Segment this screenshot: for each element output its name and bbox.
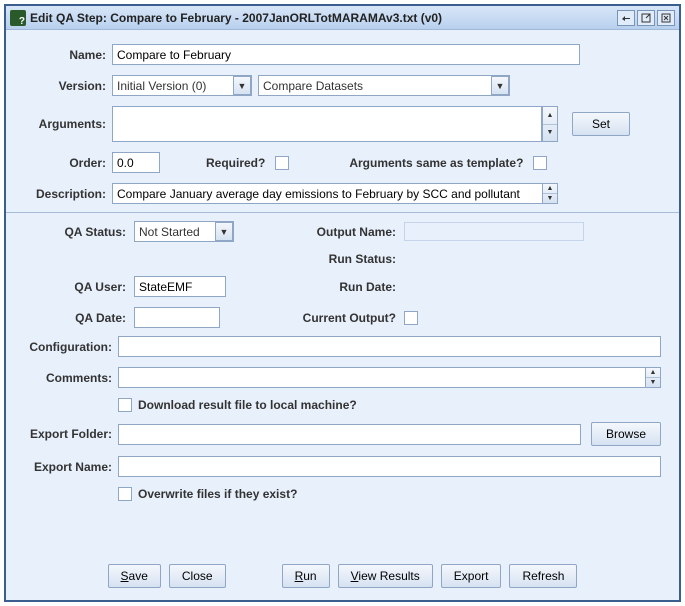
close-icon[interactable]	[657, 10, 675, 26]
version-combo[interactable]: Initial Version (0) ▼	[112, 75, 252, 96]
qa-user-input[interactable]	[134, 276, 226, 297]
configuration-input[interactable]	[118, 336, 661, 357]
separator	[6, 212, 679, 213]
content-pane: Name: Version: Initial Version (0) ▼ Com…	[6, 30, 679, 600]
chevron-down-icon[interactable]: ▼	[491, 76, 509, 95]
export-name-label: Export Name:	[24, 460, 118, 474]
run-status-label: Run Status:	[254, 252, 404, 266]
required-checkbox[interactable]	[275, 156, 289, 170]
qa-status-label: QA Status:	[24, 225, 134, 239]
output-name-label: Output Name:	[254, 225, 404, 239]
comments-spinner[interactable]: ▲▼	[645, 367, 661, 388]
arguments-label: Arguments:	[24, 117, 112, 131]
browse-button[interactable]: Browse	[591, 422, 661, 446]
maximize-icon[interactable]	[637, 10, 655, 26]
configuration-label: Configuration:	[24, 340, 118, 354]
current-output-checkbox[interactable]	[404, 311, 418, 325]
comments-input[interactable]	[118, 367, 645, 388]
qa-status-text: Not Started	[135, 225, 215, 239]
button-bar: Save Close Run View Results Export Refre…	[24, 556, 661, 592]
arguments-spinner[interactable]: ▲▼	[542, 106, 558, 142]
save-button[interactable]: Save	[108, 564, 161, 588]
name-label: Name:	[24, 48, 112, 62]
refresh-button[interactable]: Refresh	[509, 564, 577, 588]
qa-user-label: QA User:	[24, 280, 134, 294]
run-date-label: Run Date:	[254, 280, 404, 294]
description-input[interactable]	[112, 183, 542, 204]
export-name-input[interactable]	[118, 456, 661, 477]
qa-date-input[interactable]	[134, 307, 220, 328]
minimize-icon[interactable]	[617, 10, 635, 26]
export-button[interactable]: Export	[441, 564, 502, 588]
overwrite-label: Overwrite files if they exist?	[138, 487, 297, 501]
view-results-button[interactable]: View Results	[338, 564, 433, 588]
required-label: Required?	[206, 156, 265, 170]
program-combo[interactable]: Compare Datasets ▼	[258, 75, 510, 96]
titlebar: Edit QA Step: Compare to February - 2007…	[6, 6, 679, 30]
export-folder-label: Export Folder:	[24, 427, 118, 441]
version-combo-text: Initial Version (0)	[113, 79, 233, 93]
export-folder-input[interactable]	[118, 424, 581, 445]
window-controls	[617, 10, 675, 26]
current-output-label: Current Output?	[254, 311, 404, 325]
comments-label: Comments:	[24, 371, 118, 385]
overwrite-checkbox[interactable]	[118, 487, 132, 501]
args-same-checkbox[interactable]	[533, 156, 547, 170]
qa-status-combo[interactable]: Not Started ▼	[134, 221, 234, 242]
run-button[interactable]: Run	[282, 564, 330, 588]
edit-qa-step-window: Edit QA Step: Compare to February - 2007…	[4, 4, 681, 602]
program-combo-text: Compare Datasets	[259, 79, 491, 93]
output-name-field	[404, 222, 584, 241]
description-spinner[interactable]: ▲▼	[542, 183, 558, 204]
chevron-down-icon[interactable]: ▼	[233, 76, 251, 95]
qa-date-label: QA Date:	[24, 311, 134, 325]
download-result-label: Download result file to local machine?	[138, 398, 357, 412]
download-result-checkbox[interactable]	[118, 398, 132, 412]
close-button[interactable]: Close	[169, 564, 226, 588]
order-label: Order:	[24, 156, 112, 170]
window-title: Edit QA Step: Compare to February - 2007…	[30, 11, 617, 25]
args-same-label: Arguments same as template?	[349, 156, 523, 170]
chevron-down-icon[interactable]: ▼	[215, 222, 233, 241]
app-icon	[10, 10, 26, 26]
description-label: Description:	[24, 187, 112, 201]
set-button[interactable]: Set	[572, 112, 630, 136]
version-label: Version:	[24, 79, 112, 93]
arguments-textarea[interactable]	[112, 106, 542, 142]
order-input[interactable]	[112, 152, 160, 173]
name-input[interactable]	[112, 44, 580, 65]
